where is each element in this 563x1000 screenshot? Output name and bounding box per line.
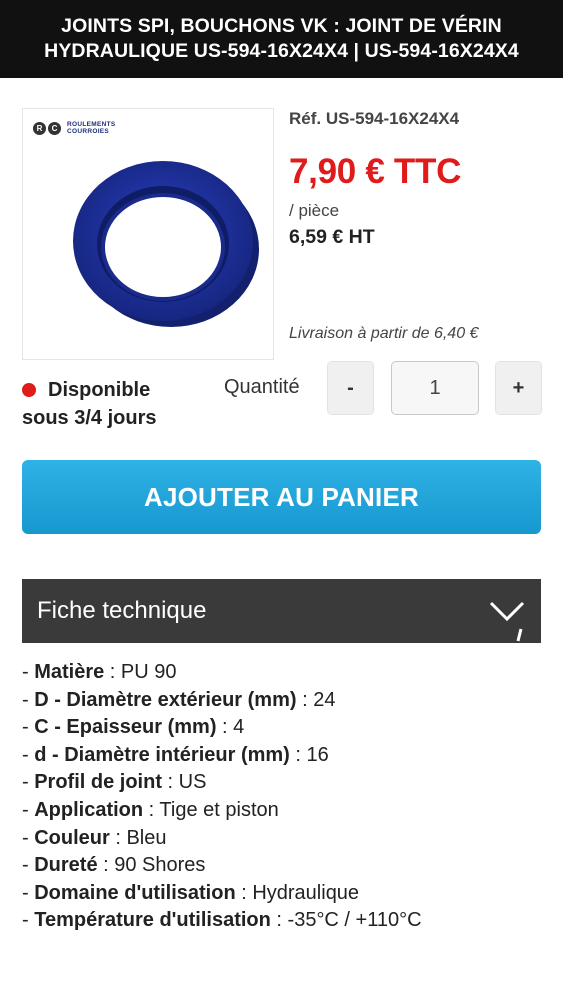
quantity-input[interactable] [391, 361, 479, 415]
spec-item: - Profil de joint : US [22, 771, 207, 794]
spec-item: - C - Epaisseur (mm) : 4 [22, 716, 245, 739]
availability-delay: sous 3/4 jours [22, 407, 157, 429]
product-image[interactable]: R C ROULEMENTS COURROIES [22, 108, 274, 360]
availability-label: Disponible [48, 379, 151, 401]
spec-item: - d - Diamètre intérieur (mm) : 16 [22, 743, 329, 766]
page-header: JOINTS SPI, BOUCHONS VK : JOINT DE VÉRIN… [0, 0, 563, 78]
quantity-label: Quantité [224, 376, 300, 398]
logo-line2: COURROIES [67, 128, 110, 135]
logo-circle-r: R [33, 121, 46, 135]
delivery-info: Livraison à partir de 6,40 € [289, 325, 479, 342]
spec-item: - Application : Tige et piston [22, 798, 279, 821]
page-title: JOINTS SPI, BOUCHONS VK : JOINT DE VÉRIN… [44, 15, 519, 62]
spec-list: - Matière : PU 90 - D - Diamètre extérie… [22, 659, 422, 935]
fiche-technique-title: Fiche technique [37, 597, 207, 624]
price-ht: 6,59 € HT [289, 226, 375, 248]
product-reference: Réf. US-594-16X24X4 [289, 109, 460, 128]
price-unit: / pièce [289, 201, 340, 220]
logo-circle-c: C [48, 121, 61, 135]
spec-item: - Domaine d'utilisation : Hydraulique [22, 881, 360, 904]
logo-text: ROULEMENTS COURROIES [67, 121, 116, 135]
fiche-technique-toggle[interactable]: Fiche technique [22, 579, 541, 643]
spec-item: - Couleur : Bleu [22, 826, 167, 849]
spec-item: - Température d'utilisation : -35°C / +1… [22, 909, 422, 932]
availability-status: Disponible sous 3/4 jours [22, 376, 157, 432]
spec-item: - D - Diamètre extérieur (mm) : 24 [22, 688, 336, 711]
price-ttc: 7,90 € TTC [289, 152, 462, 191]
seal-ring-image [73, 161, 259, 327]
logo-line1: ROULEMENTS [67, 121, 116, 128]
add-to-cart-button[interactable]: AJOUTER AU PANIER [22, 460, 541, 534]
quantity-decrease-button[interactable]: - [327, 361, 374, 415]
spec-item: - Dureté : 90 Shores [22, 854, 206, 877]
brand-logo: R C ROULEMENTS COURROIES [33, 121, 116, 135]
quantity-increase-button[interactable]: + [495, 361, 542, 415]
chevron-down-icon [489, 601, 525, 642]
spec-item: - Matière : PU 90 [22, 661, 177, 683]
availability-dot-icon [22, 383, 36, 397]
